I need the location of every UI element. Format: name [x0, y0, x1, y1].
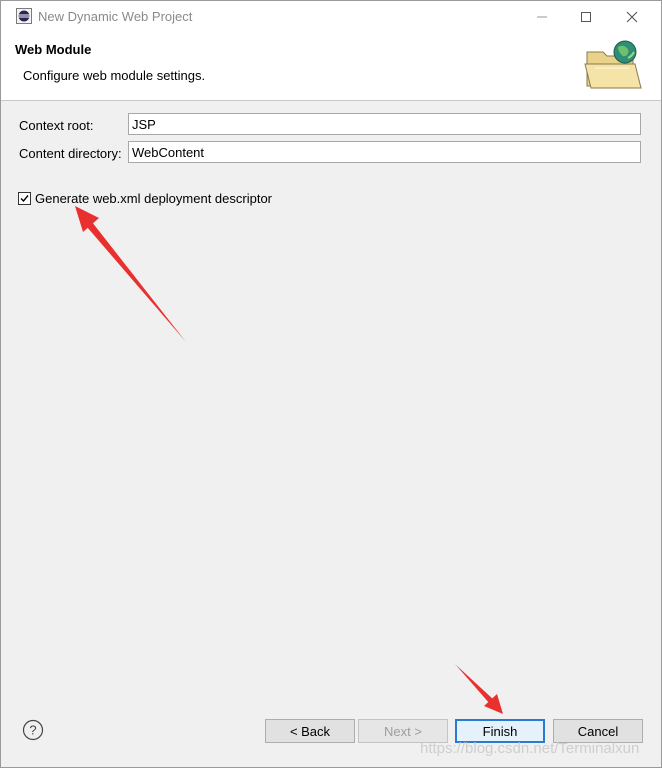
context-root-label: Context root: — [19, 118, 94, 133]
minimize-button[interactable] — [519, 1, 565, 32]
eclipse-icon — [16, 8, 32, 24]
back-button[interactable]: < Back — [265, 719, 355, 743]
web-project-folder-icon — [583, 38, 643, 94]
title-bar: New Dynamic Web Project — [1, 1, 661, 32]
svg-text:?: ? — [29, 723, 36, 738]
generate-descriptor-checkbox[interactable] — [18, 192, 31, 205]
page-description: Configure web module settings. — [23, 68, 206, 83]
generate-descriptor-label: Generate web.xml deployment descriptor — [35, 191, 273, 206]
maximize-button[interactable] — [563, 1, 609, 32]
checkmark-icon — [20, 195, 29, 203]
dialog-window: New Dynamic Web Project Web Module Confi… — [0, 0, 662, 768]
generate-descriptor-option[interactable]: Generate web.xml deployment descriptor — [18, 191, 272, 206]
page-title: Web Module — [15, 42, 92, 57]
window-title: New Dynamic Web Project — [38, 9, 193, 24]
help-icon[interactable]: ? — [22, 719, 44, 741]
content-directory-label: Content directory: — [19, 146, 122, 161]
context-root-input[interactable] — [128, 113, 641, 135]
close-button[interactable] — [609, 1, 655, 32]
content-directory-input[interactable] — [128, 141, 641, 163]
wizard-header: Web Module Configure web module settings… — [1, 32, 661, 101]
watermark-text: https://blog.csdn.net/Terminalxun — [420, 740, 640, 757]
